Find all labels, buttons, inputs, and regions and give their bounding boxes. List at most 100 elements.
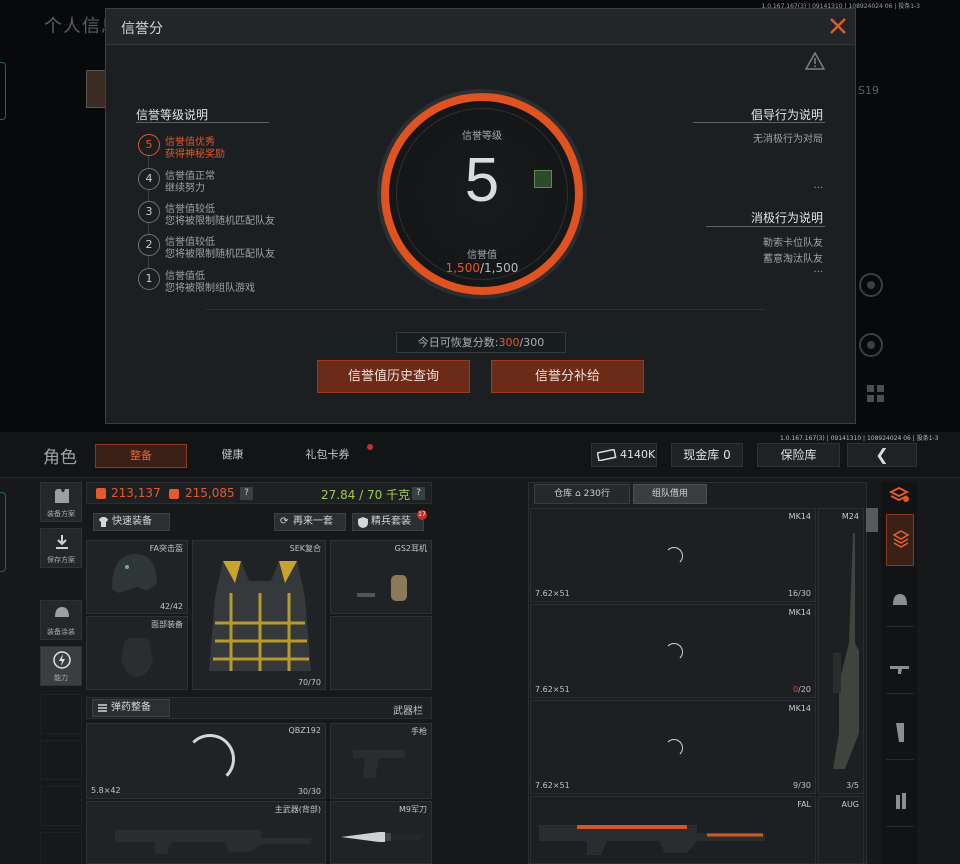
- cash-vault-button[interactable]: 现金库 0: [671, 443, 743, 467]
- pistol-slot[interactable]: 手枪: [330, 723, 432, 799]
- stash-tab[interactable]: 仓库 ⌂ 230行: [534, 484, 630, 504]
- filter-rifle[interactable]: [886, 644, 914, 694]
- filter-ammo[interactable]: [886, 777, 914, 827]
- elite-set-button[interactable]: 精兵套装: [352, 513, 424, 531]
- scrollbar-thumb[interactable]: [866, 508, 878, 532]
- save-plan-button[interactable]: 保存方案: [40, 528, 82, 568]
- divider: [706, 226, 825, 227]
- back-button[interactable]: ❮: [847, 443, 917, 467]
- back-weapon-slot[interactable]: 主武器(背部): [86, 801, 326, 864]
- weapon-ammo: 30/30: [297, 787, 321, 796]
- side-label: 能力: [54, 674, 68, 682]
- team-borrow-tab[interactable]: 组队借用: [633, 484, 707, 504]
- tier-desc: 您将被限制组队游戏: [165, 283, 255, 294]
- background-gear-icon: [859, 273, 883, 297]
- stash-item-mk14[interactable]: MK14 7.62×51 16/30: [530, 508, 816, 602]
- warning-icon: [805, 52, 825, 70]
- ammo-max: /20: [798, 685, 811, 694]
- quick-equip-button[interactable]: 快速装备: [93, 513, 170, 531]
- help-icon[interactable]: ?: [240, 487, 253, 500]
- stash-item-m24[interactable]: M24 3/5: [818, 508, 864, 794]
- negative-behavior-item: 蓄意淘汰队友: [763, 254, 823, 265]
- currency-display[interactable]: 4140K: [591, 443, 657, 467]
- knife-slot[interactable]: M9军刀: [330, 801, 432, 864]
- daily-recovery-label: 今日可恢复分数:: [417, 336, 499, 349]
- shield-icon: [358, 517, 368, 528]
- ammo-count: 16/30: [787, 589, 811, 598]
- ammo-icon: [896, 793, 906, 809]
- divider: [693, 122, 825, 123]
- helmet-icon: [55, 607, 69, 617]
- filter-magazine[interactable]: [886, 710, 914, 760]
- elite-set-label: 精兵套装: [371, 516, 411, 527]
- tab-health[interactable]: 健康: [205, 444, 260, 468]
- tab-equipment[interactable]: 整备: [95, 444, 187, 468]
- stash-item-fal[interactable]: FAL: [530, 796, 816, 864]
- home-icon: ⌂: [575, 489, 581, 499]
- side-label: 装备涂装: [47, 628, 75, 636]
- negative-behavior-header: 消极行为说明: [750, 211, 823, 225]
- safe-box-button[interactable]: 保险库: [757, 443, 840, 467]
- item-name: MK14: [788, 704, 811, 713]
- level-description-header: 信誉等级说明: [136, 108, 209, 122]
- tier-item-2: 2 信誉值较低 您将被限制随机匹配队友: [138, 233, 318, 260]
- ammo-equip-button[interactable]: 弹药整备: [92, 699, 170, 717]
- empty-equip-slot[interactable]: [330, 616, 432, 690]
- slot-name: 面部装备: [151, 620, 183, 629]
- filter-equipment[interactable]: [886, 514, 914, 566]
- item-name: AUG: [841, 800, 859, 809]
- stash-item-mk14[interactable]: MK14 7.62×51 9/30: [530, 700, 816, 794]
- weapon-bar-label: 武器栏: [393, 706, 423, 717]
- ability-button[interactable]: 能力: [40, 646, 82, 686]
- history-query-button[interactable]: 信誉值历史查询: [317, 360, 470, 393]
- face-slot[interactable]: 面部装备: [86, 616, 188, 690]
- weapon-name: 手枪: [411, 727, 427, 736]
- slot-durability: 42/42: [159, 602, 183, 611]
- skin-button[interactable]: 装备涂装: [40, 600, 82, 640]
- item-ammo: 16/30: [788, 589, 811, 598]
- stash-tab-label: 仓库: [554, 489, 573, 499]
- empty-slot: [40, 832, 82, 864]
- tier-number: 5: [138, 134, 160, 156]
- close-icon[interactable]: [827, 15, 849, 37]
- side-label: 保存方案: [47, 556, 75, 564]
- headset-slot[interactable]: GS2耳机: [330, 540, 432, 614]
- rifle-icon: [890, 666, 909, 674]
- item-ammo: 3/5: [846, 781, 859, 790]
- help-icon[interactable]: ?: [412, 487, 425, 500]
- tier-number: 4: [138, 168, 160, 190]
- list-icon: [98, 704, 107, 712]
- stash-item-mk14[interactable]: MK14 7.62×51 0/20: [530, 604, 816, 698]
- ammo-bar: 弹药整备 武器栏: [86, 697, 432, 719]
- side-drawer-tab[interactable]: [0, 492, 6, 572]
- positive-behavior-more: ...: [813, 180, 823, 191]
- filter-all-icon[interactable]: [889, 486, 911, 504]
- loading-spinner-icon: [665, 643, 683, 661]
- loadout-screen: 1.0.167.167(3) | 09141310 | 108924024 06…: [0, 432, 960, 864]
- stash-item-aug[interactable]: AUG: [818, 796, 864, 864]
- stash-count: 230行: [583, 489, 610, 499]
- value-label: 信誉值: [467, 250, 497, 261]
- armor-slot[interactable]: SEK复合 70/70: [192, 540, 326, 690]
- tab-gift-cards[interactable]: 礼包卡券: [295, 444, 360, 468]
- helmet-image: [112, 554, 157, 593]
- ammo-equip-label: 弹药整备: [111, 702, 151, 713]
- reputation-supply-button[interactable]: 信誉分补给: [491, 360, 644, 393]
- negative-behavior-item: 勒索卡位队友: [763, 238, 823, 249]
- positive-behavior-header: 倡导行为说明: [750, 108, 823, 122]
- equipment-stack-icon: [892, 530, 910, 548]
- bag-value-icon: [169, 489, 179, 499]
- primary-weapon-slot[interactable]: QBZ192 5.8×42 30/30: [86, 723, 326, 799]
- equip-again-button[interactable]: ⟳ 再来一套: [274, 513, 346, 531]
- daily-recovery: 今日可恢复分数:300/300: [396, 332, 566, 353]
- chevron-left-icon: ❮: [875, 445, 889, 464]
- item-caliber: 7.62×51: [535, 589, 570, 598]
- bag-value: 215,085: [185, 486, 235, 500]
- empty-slot: [40, 694, 82, 734]
- loadout-plan-button[interactable]: 装备方案: [40, 482, 82, 522]
- filter-helmet[interactable]: [886, 577, 914, 627]
- helmet-slot[interactable]: FA突击盔 42/42: [86, 540, 188, 614]
- notification-dot: [367, 444, 373, 450]
- tier-item-3: 3 信誉值较低 您将被限制随机匹配队友: [138, 200, 318, 227]
- background-side-tab: [0, 62, 6, 120]
